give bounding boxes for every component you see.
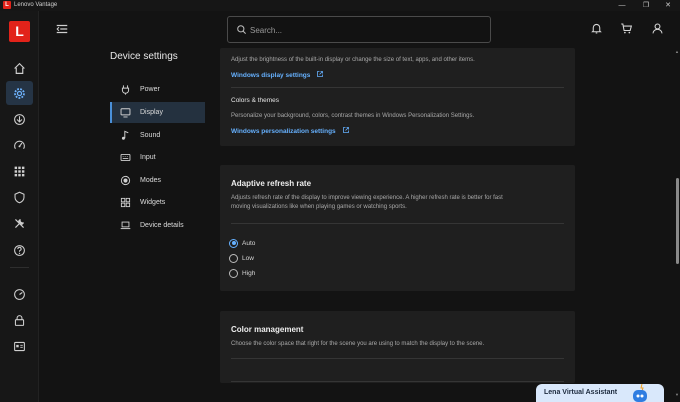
rail-apps-button[interactable] <box>6 159 33 183</box>
refresh-rate-option-auto[interactable]: Auto <box>229 237 255 249</box>
bell-icon[interactable] <box>590 22 603 35</box>
display-settings-card: Adjust the brightness of the built-in di… <box>220 48 575 146</box>
rail-security-button[interactable] <box>6 185 33 209</box>
rail-gaming-button[interactable] <box>6 282 33 306</box>
user-icon[interactable] <box>651 22 664 35</box>
gauge-icon <box>14 288 25 300</box>
color-management-heading: Color management <box>231 325 304 334</box>
nav-item-label: Modes <box>140 177 162 184</box>
rail-home-button[interactable] <box>6 56 33 80</box>
nav-item-display[interactable]: Display <box>110 102 205 123</box>
plug-icon <box>120 84 131 95</box>
collapse-menu-icon[interactable] <box>55 22 69 36</box>
colors-themes-heading: Colors & themes <box>231 97 280 104</box>
refresh-rate-option-low[interactable]: Low <box>229 252 254 264</box>
color-management-description: Choose the color space that right for th… <box>231 341 485 347</box>
refresh-rate-option-high[interactable]: High <box>229 267 255 279</box>
speedometer-icon <box>14 140 25 149</box>
apps-grid-icon <box>14 166 25 176</box>
rail-account-button[interactable] <box>6 334 33 358</box>
brightness-description: Adjust the brightness of the built-in di… <box>231 57 475 63</box>
rail-performance-button[interactable] <box>6 133 33 157</box>
lock-icon <box>14 314 25 326</box>
nav-item-label: Device details <box>140 222 184 229</box>
scroll-up-arrow[interactable]: ▲ <box>674 49 680 54</box>
device-settings-title: Device settings <box>110 51 178 62</box>
adaptive-refresh-rate-heading: Adaptive refresh rate <box>231 179 312 188</box>
lenovo-logo[interactable]: L <box>9 21 30 42</box>
left-rail: L <box>0 11 39 402</box>
refresh-rate-description-line1: Adjusts refresh rate of the display to i… <box>231 195 503 201</box>
rail-updates-button[interactable] <box>6 107 33 131</box>
tools-icon <box>15 218 24 228</box>
download-icon <box>14 113 25 125</box>
search-box[interactable] <box>227 16 491 43</box>
rail-help-button[interactable] <box>6 238 33 262</box>
nav-item-widgets[interactable]: Widgets <box>110 192 205 213</box>
nav-item-label: Input <box>140 154 156 161</box>
close-button[interactable]: ✕ <box>658 0 678 11</box>
section-divider <box>231 358 564 359</box>
app-logo-icon: L <box>3 1 11 9</box>
restore-button[interactable]: ❐ <box>636 0 656 11</box>
external-link-icon <box>342 127 349 133</box>
laptop-icon <box>120 220 131 231</box>
nav-item-sound[interactable]: Sound <box>110 125 205 146</box>
radio-label: High <box>242 269 256 277</box>
radio-button[interactable] <box>229 253 238 263</box>
section-divider <box>231 381 564 382</box>
nav-item-label: Sound <box>140 132 161 139</box>
rail-tools-button[interactable] <box>6 211 33 235</box>
nav-item-label: Display <box>140 109 163 116</box>
nav-item-power[interactable]: Power <box>110 79 205 100</box>
help-icon <box>14 244 25 256</box>
windows-display-settings-link[interactable]: Windows display settings <box>231 70 324 79</box>
rail-divider <box>10 267 29 268</box>
nav-item-label: Power <box>140 86 160 93</box>
colors-themes-description: Personalize your background, colors, con… <box>231 113 475 119</box>
music-note-icon <box>120 130 131 141</box>
scroll-down-arrow[interactable]: ▼ <box>674 392 680 397</box>
section-divider <box>231 223 564 224</box>
assistant-bot-icon[interactable] <box>630 384 650 402</box>
radio-button[interactable] <box>229 268 238 278</box>
monitor-icon <box>120 107 131 118</box>
rail-device-settings-button[interactable] <box>6 81 33 105</box>
adaptive-refresh-rate-card: Adaptive refresh rate Adjusts refresh ra… <box>220 165 575 291</box>
rail-privacy-button[interactable] <box>6 308 33 332</box>
gear-icon <box>14 87 25 99</box>
windows-personalization-settings-link[interactable]: Windows personalization settings <box>231 126 350 135</box>
search-input[interactable] <box>250 22 480 38</box>
cart-icon[interactable] <box>620 22 633 35</box>
nav-item-input[interactable]: Input <box>110 147 205 168</box>
window-title: Lenovo Vantage <box>14 2 58 8</box>
refresh-rate-description-line2: moving visualizations like when playing … <box>231 204 407 210</box>
scrollbar-thumb[interactable] <box>676 178 679 264</box>
modes-icon <box>120 175 131 186</box>
color-management-card: Color management Choose the color space … <box>220 311 575 383</box>
nav-item-label: Widgets <box>140 199 166 206</box>
virtual-assistant-label: Lena Virtual Assistant <box>544 389 618 396</box>
radio-button[interactable] <box>229 238 238 248</box>
home-icon <box>14 62 25 74</box>
keyboard-icon <box>120 152 131 163</box>
radio-label: Low <box>242 254 254 262</box>
radio-label: Auto <box>242 239 256 247</box>
widgets-icon <box>120 197 131 208</box>
id-card-icon <box>14 341 25 351</box>
search-icon <box>237 25 246 34</box>
title-bar: L Lenovo Vantage — ❐ ✕ <box>0 0 680 11</box>
section-divider <box>231 87 564 88</box>
shield-icon <box>14 191 25 203</box>
nav-item-device-details[interactable]: Device details <box>110 215 205 236</box>
nav-item-modes[interactable]: Modes <box>110 170 205 191</box>
external-link-icon <box>317 71 324 77</box>
minimize-button[interactable]: — <box>612 0 632 11</box>
